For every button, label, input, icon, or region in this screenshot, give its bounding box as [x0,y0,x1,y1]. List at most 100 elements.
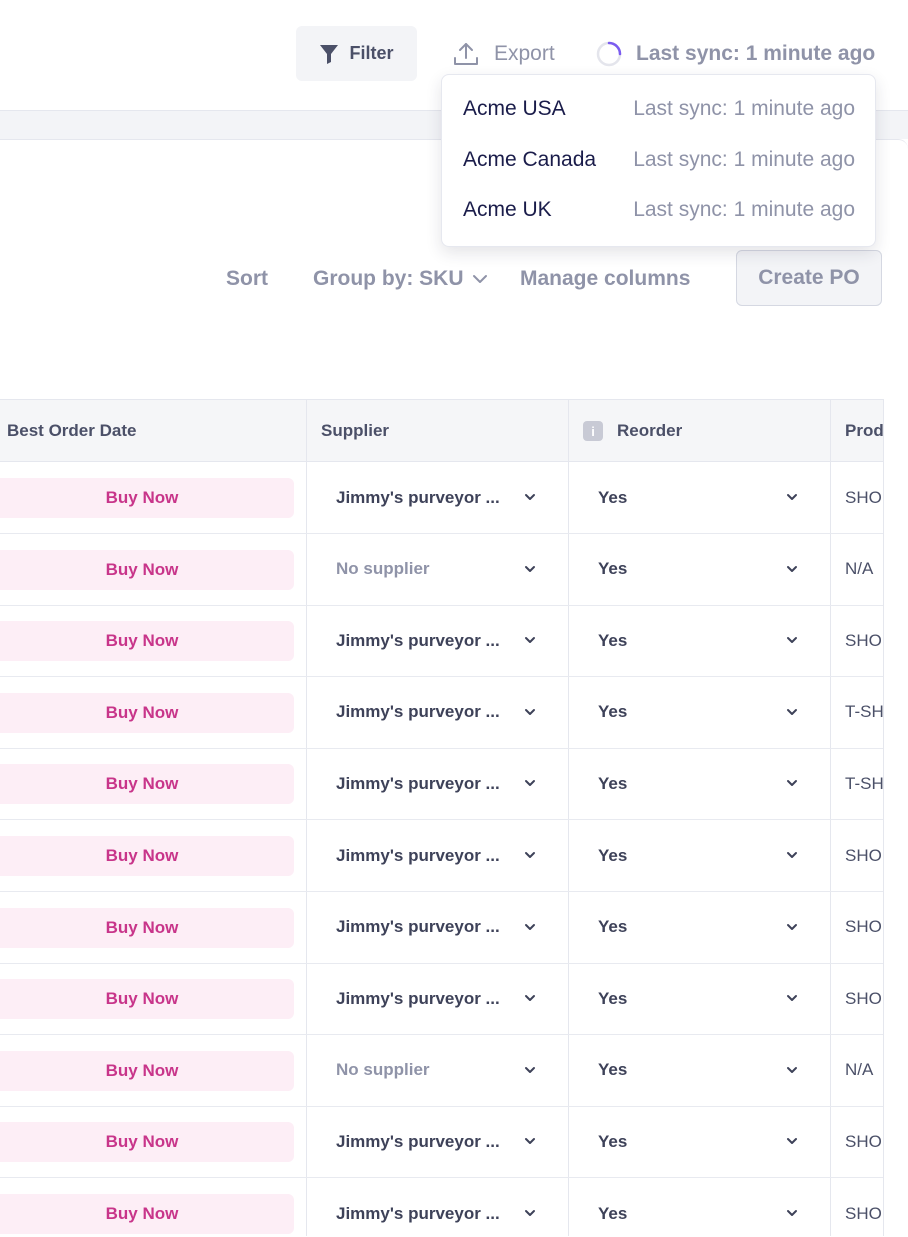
reorder-dropdown[interactable]: Yes [569,462,830,533]
buy-now-button[interactable]: Buy Now [0,1194,294,1234]
column-header-label: Prod [845,421,884,440]
buy-now-button[interactable]: Buy Now [0,1122,294,1163]
supplier-dropdown[interactable]: Jimmy's purveyor ... [307,1106,568,1177]
table-row: Buy Now Jimmy's purveyor ... Yes SHO [0,1106,883,1179]
chevron-down-icon [472,275,487,283]
buy-now-button[interactable]: Buy Now [0,764,294,805]
product-value: T-SH [845,773,884,793]
export-label: Export [494,42,555,65]
chevron-down-icon [787,780,797,787]
chevron-down-icon [787,565,797,572]
supplier-dropdown[interactable]: Jimmy's purveyor ... [307,1178,568,1236]
reorder-dropdown[interactable]: Yes [569,963,830,1034]
create-po-label: Create PO [758,266,860,289]
column-header-label: Reorder [617,421,683,440]
buy-now-button[interactable]: Buy Now [0,692,294,733]
product-value: SHO [845,1131,882,1151]
column-header-reorder[interactable]: i Reorder [583,400,682,462]
store-name: Acme USA [463,97,566,120]
supplier-dropdown[interactable]: Jimmy's purveyor ... [307,605,568,676]
table-row: Buy Now Jimmy's purveyor ... Yes SHO [0,1178,883,1236]
buy-now-label: Buy Now [105,1132,179,1152]
reorder-dropdown[interactable]: Yes [569,534,830,605]
info-icon[interactable]: i [583,421,603,441]
buy-now-label: Buy Now [105,631,179,651]
chevron-down-icon [525,1066,535,1073]
buy-now-label: Buy Now [105,989,179,1009]
buy-now-button[interactable]: Buy Now [0,907,294,948]
upload-icon [454,43,478,65]
product-cell: SHO [845,820,882,891]
reorder-dropdown[interactable]: Yes [569,748,830,819]
chevron-down-icon [787,494,797,500]
supplier-dropdown[interactable]: Jimmy's purveyor ... [307,892,568,963]
supplier-value: Jimmy's purveyor ... [336,988,500,1008]
chevron-down-icon [525,1210,535,1216]
reorder-dropdown[interactable]: Yes [569,1178,830,1236]
reorder-value: Yes [598,773,628,793]
store-sync-status: Last sync: 1 minute ago [633,148,855,171]
sync-dropdown-item[interactable]: Acme Canada Last sync: 1 minute ago [442,135,875,185]
chevron-down-icon [787,708,797,715]
column-header-label: Best Order Date [7,421,137,440]
group-by-dropdown[interactable]: Group by: SKU [313,259,488,299]
column-header-product[interactable]: Prod [845,400,884,462]
supplier-value: Jimmy's purveyor ... [336,917,500,937]
reorder-dropdown[interactable]: Yes [569,677,830,748]
buy-now-button[interactable]: Buy Now [0,979,294,1020]
reorder-value: Yes [598,845,628,865]
supplier-dropdown[interactable]: Jimmy's purveyor ... [307,963,568,1034]
buy-now-button[interactable]: Buy Now [0,836,294,876]
store-name: Acme Canada [463,148,597,171]
sync-dropdown-item[interactable]: Acme UK Last sync: 1 minute ago [442,185,875,235]
table-row: Buy Now Jimmy's purveyor ... Yes SHO [0,462,883,534]
supplier-dropdown[interactable]: No supplier [307,1035,568,1106]
buy-now-button[interactable]: Buy Now [0,478,294,518]
supplier-dropdown[interactable]: Jimmy's purveyor ... [307,820,568,891]
buy-now-label: Buy Now [105,1060,179,1080]
supplier-dropdown[interactable]: Jimmy's purveyor ... [307,677,568,748]
buy-now-button[interactable]: Buy Now [0,621,294,662]
product-cell: N/A [845,1035,873,1106]
supplier-value: No supplier [336,559,430,579]
reorder-dropdown[interactable]: Yes [569,605,830,676]
supplier-value: Jimmy's purveyor ... [336,1131,500,1151]
sync-label: Last sync: 1 minute ago [636,42,876,65]
sync-status[interactable]: Last sync: 1 minute ago [596,34,875,74]
sync-dropdown: Acme USA Last sync: 1 minute ago Acme Ca… [441,74,876,247]
manage-columns-button[interactable]: Manage columns [520,259,690,299]
product-value: SHO [845,845,882,865]
product-cell: SHO [845,1106,882,1177]
reorder-dropdown[interactable]: Yes [569,1035,830,1106]
group-by-label: Group by: SKU [313,267,464,290]
supplier-dropdown[interactable]: Jimmy's purveyor ... [307,462,568,533]
sync-dropdown-item[interactable]: Acme USA Last sync: 1 minute ago [442,84,875,134]
column-header-best-order-date[interactable]: Best Order Date [7,400,136,462]
reorder-dropdown[interactable]: Yes [569,820,830,891]
buy-now-label: Buy Now [105,774,179,794]
create-po-button[interactable]: Create PO [736,250,882,306]
filter-button[interactable]: Filter [296,26,417,81]
supplier-dropdown[interactable]: Jimmy's purveyor ... [307,748,568,819]
table-row: Buy Now Jimmy's purveyor ... Yes SHO [0,892,883,964]
reorder-dropdown[interactable]: Yes [569,892,830,963]
chevron-down-icon [787,1138,797,1145]
supplier-value: Jimmy's purveyor ... [336,487,500,507]
chevron-down-icon [787,923,797,930]
reorder-value: Yes [598,1060,628,1080]
table-row: Buy Now Jimmy's purveyor ... Yes SHO [0,605,883,678]
table-row: Buy Now No supplier Yes N/A [0,534,883,606]
column-header-supplier[interactable]: Supplier [321,400,389,462]
export-button[interactable]: Export [452,34,555,74]
store-name: Acme UK [463,198,552,221]
reorder-value: Yes [598,1203,628,1223]
buy-now-button[interactable]: Buy Now [0,1050,294,1091]
buy-now-button[interactable]: Buy Now [0,549,294,590]
product-value: SHO [845,630,882,650]
reorder-dropdown[interactable]: Yes [569,1106,830,1177]
reorder-value: Yes [598,559,628,579]
supplier-dropdown[interactable]: No supplier [307,534,568,605]
product-value: SHO [845,1203,882,1223]
sort-button[interactable]: Sort [226,259,268,299]
spinner-icon [596,41,622,67]
